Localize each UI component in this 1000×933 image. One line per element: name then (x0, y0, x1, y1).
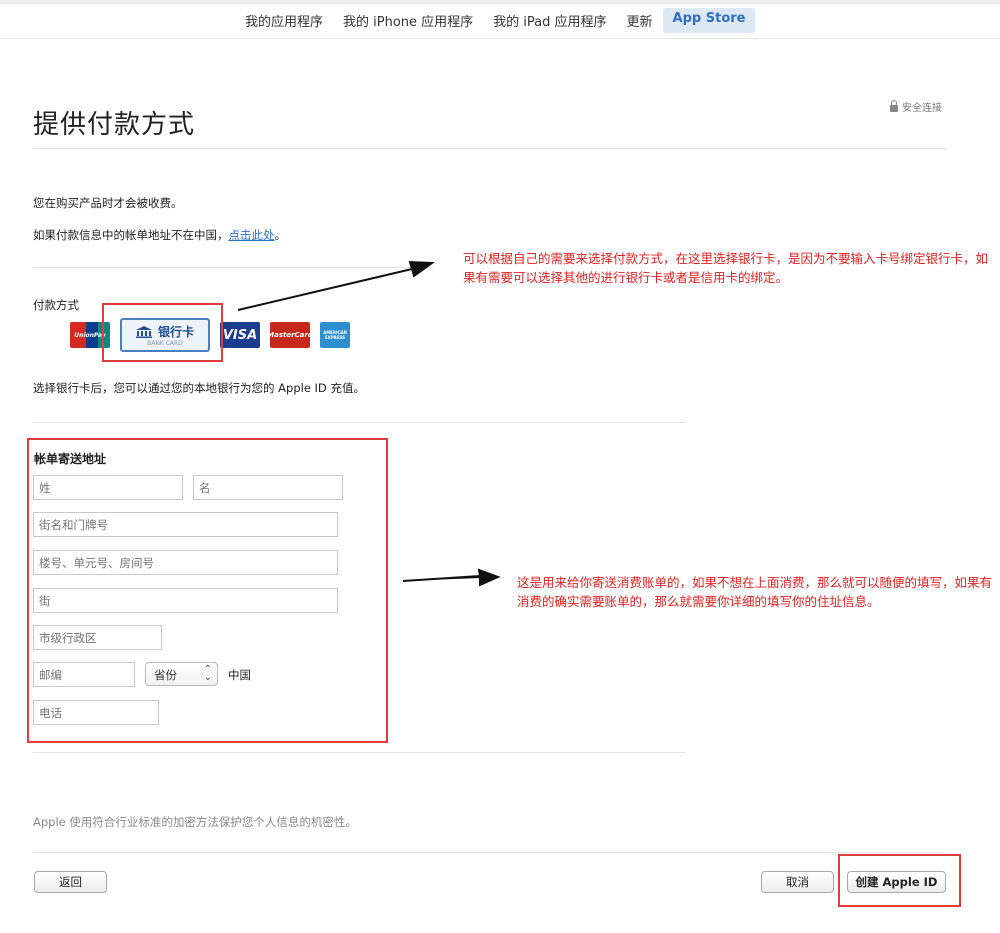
street-input[interactable] (33, 512, 338, 537)
arrow-to-address-note (402, 568, 501, 587)
district-input[interactable] (33, 588, 338, 613)
divider (33, 852, 946, 853)
divider (33, 752, 686, 753)
cancel-button[interactable]: 取消 (761, 871, 834, 893)
province-value: 省份 (154, 668, 177, 682)
phone-input[interactable] (33, 700, 159, 725)
postal-code-input[interactable] (33, 662, 135, 687)
arrow-to-payment-note (237, 260, 435, 311)
privacy-note: Apple 使用符合行业标准的加密方法保护您个人信息的机密性。 (33, 815, 357, 829)
last-name-input[interactable] (33, 475, 183, 500)
province-select[interactable]: 省份 ⌃ ⌄ (145, 662, 218, 686)
first-name-input[interactable] (193, 475, 343, 500)
building-input[interactable] (33, 550, 338, 575)
back-button[interactable]: 返回 (34, 871, 107, 893)
city-input[interactable] (33, 625, 162, 650)
billing-address-title: 帐单寄送地址 (34, 452, 107, 466)
create-button-highlight-box (838, 854, 961, 907)
select-chevron-icon: ⌃ ⌄ (203, 664, 212, 683)
country-label: 中国 (228, 668, 251, 682)
